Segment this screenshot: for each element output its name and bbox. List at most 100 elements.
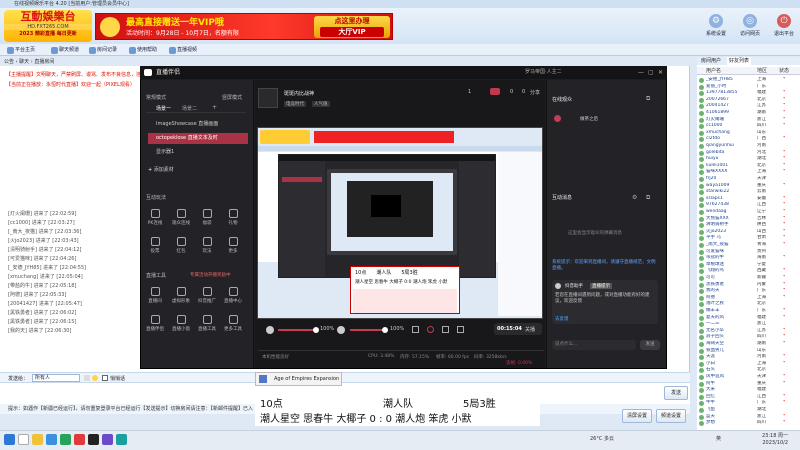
user-row[interactable]: 牛牛 广东 * (697, 400, 800, 407)
game-icon[interactable] (102, 434, 113, 445)
message-popout-icon[interactable]: ⧉ (646, 194, 650, 202)
user-row[interactable]: 飞鱼 湖北 (697, 407, 800, 414)
message-settings-icon[interactable]: ⚙ (632, 194, 637, 201)
user-row[interactable]: 蓝天 浙江 * (697, 414, 800, 421)
user-row[interactable]: 海阔天空 湖南 * (697, 341, 800, 348)
whisper-checkbox[interactable] (102, 375, 108, 381)
toolbar-room-log[interactable]: 房间记录 (88, 46, 117, 55)
tool-button[interactable]: 直播中心 (224, 286, 242, 304)
weather[interactable]: 26°C 多云 (590, 435, 614, 442)
close-icon[interactable]: ✕ (658, 66, 663, 79)
exit-platform-button[interactable]: ⏻ 退出平台 (771, 14, 797, 40)
user-row[interactable]: huiyu 湖北 * (697, 156, 800, 163)
user-row[interactable]: 可爱猫咪 贵州 (697, 249, 800, 256)
interact-button[interactable]: 礼物 (224, 208, 242, 226)
user-row[interactable]: 灯火阑珊 浙江 * (697, 117, 800, 124)
interact-button[interactable]: 观众连线 (172, 208, 190, 226)
user-row[interactable]: 20041427 江苏 * (697, 103, 800, 110)
emoji-icon[interactable] (92, 375, 98, 381)
tab-room-users[interactable]: 房间用户 (701, 57, 721, 65)
feedback-link[interactable]: 去反馈 (555, 316, 569, 322)
user-row[interactable]: 草根球迷 宁夏 (697, 262, 800, 269)
user-row[interactable]: 天涯 河南 * (697, 354, 800, 361)
user-row[interactable]: cc1000 四川 * (697, 123, 800, 130)
user-row[interactable]: wendaag 辽宁 * (697, 209, 800, 216)
music-icon[interactable] (116, 434, 127, 445)
user-row[interactable]: 20072667 北京 * (697, 97, 800, 104)
message-send-button[interactable]: 发送 (640, 340, 660, 350)
search-icon[interactable] (18, 434, 29, 445)
user-row[interactable]: waya1009 重庆 * (697, 183, 800, 190)
volume-knob-2[interactable] (382, 327, 388, 333)
interact-button[interactable]: 投票 (146, 236, 164, 254)
tool-button[interactable]: 直播伴侣 (146, 314, 164, 332)
user-row[interactable]: 夏天的风 福建 * (697, 315, 800, 322)
user-row[interactable]: 爱丽_小时 广东 (697, 84, 800, 91)
user-row[interactable]: 带盐的牛 海南 * (697, 255, 800, 262)
mode-tab[interactable]: 常规模式 (146, 94, 166, 101)
toolbar-help[interactable]: 使用帮助 (128, 46, 157, 55)
user-row[interactable]: 浪子回头 四川 * (697, 334, 800, 341)
user-row[interactable]: 猫咪XXXX 上海 * (697, 169, 800, 176)
add-source-button[interactable]: + 添加素材 (148, 166, 248, 175)
settings-icon[interactable] (457, 326, 464, 333)
user-row[interactable]: liulei1001 北京 * (697, 163, 800, 170)
folder-icon[interactable] (32, 434, 43, 445)
interact-button[interactable]: 福袋 (198, 208, 216, 226)
tab-friends[interactable]: 好友列表 (727, 57, 752, 65)
popularity-tag[interactable]: 人气值 (312, 101, 330, 107)
volume-knob-1[interactable] (313, 327, 319, 333)
user-row[interactable]: sslaps1 安徽 * (697, 196, 800, 203)
tool-button[interactable]: 虚拟形象 (172, 286, 190, 304)
user-row[interactable]: 平手 乌 甘肃 * (697, 235, 800, 242)
tool-button[interactable]: 直播间 (146, 286, 164, 304)
send-target-select[interactable]: 所有人 (32, 374, 80, 382)
user-row[interactable]: xmuchang 山东 (697, 130, 800, 137)
clear-screen-button[interactable]: 清屏设置 (622, 409, 652, 423)
user-row[interactable]: 大米 福建 (697, 387, 800, 394)
chat-app-icon[interactable] (60, 434, 71, 445)
user-row[interactable]: _安德_JYH85 上海 * (697, 77, 800, 84)
clock-time[interactable]: 23:18 周一 (744, 432, 788, 439)
share-button[interactable]: 分享 (530, 89, 540, 96)
user-row[interactable]: _南大_夜猫 青海 * (697, 242, 800, 249)
input-lang[interactable]: 英 (716, 435, 721, 442)
toolbar-video[interactable]: 直播视频 (168, 46, 197, 55)
user-row[interactable]: 飞翔的鸟 西藏 * (697, 268, 800, 275)
vip-promo-banner[interactable]: 最高直接赠送一年VIP哦 活动时间：9月28日 - 10月7日，名额有限 点这里… (95, 13, 393, 40)
user-row[interactable]: qiangyunhui 河南 (697, 143, 800, 150)
stream-preview[interactable]: 10点 潮人队 5局3胜 潮人星空 思春牛 大椰子 0:0 潮人炮 笨虎 小默 (257, 127, 543, 319)
user-row[interactable]: 落叶之秋 北京 (697, 301, 800, 308)
user-row[interactable]: golebita 河北 * (697, 150, 800, 157)
user-row[interactable]: 阿德 上海 * (697, 295, 800, 302)
user-row[interactable]: 风中追风 天津 * (697, 374, 800, 381)
browser-icon[interactable] (46, 434, 57, 445)
user-row[interactable]: cl2tdo 广西 * (697, 136, 800, 143)
popout-icon[interactable]: ⧉ (646, 95, 650, 103)
message-input-box[interactable]: 说点什么... (552, 340, 636, 350)
user-row[interactable]: 黑铁勇者 内蒙 * (697, 282, 800, 289)
user-row[interactable]: 可可 新疆 * (697, 275, 800, 282)
send-button[interactable]: 发送 (664, 386, 688, 400)
overlay-caption[interactable]: Age of Empires Expansion (255, 372, 342, 386)
user-row[interactable]: 阿牛 重庆 * (697, 381, 800, 388)
channel-settings-button[interactable]: 频道设置 (656, 409, 686, 423)
system-settings-button[interactable]: ⚙ 系统设置 (703, 14, 729, 40)
scene-tab-1[interactable]: 场景一 (156, 105, 171, 112)
user-row[interactable]: 小白 上海 * (697, 361, 800, 368)
tool-button[interactable]: 直播工具 (198, 314, 216, 332)
scene-tab-2[interactable]: 场景二 (182, 105, 197, 112)
source-item[interactable]: ImageShowcase 直播画面 (148, 119, 248, 130)
user-row[interactable]: 13977813855 福建 * (697, 90, 800, 97)
end-live-button[interactable]: 关播 (525, 326, 535, 333)
user-row[interactable]: frj20 天津 (697, 176, 800, 183)
record-icon[interactable] (427, 326, 434, 333)
user-row[interactable]: 铁血男儿 山东 (697, 348, 800, 355)
minimize-icon[interactable]: — (638, 66, 644, 79)
tool-button[interactable]: 直播小窗 (172, 314, 190, 332)
user-row[interactable]: 无名小卒 江苏 * (697, 328, 800, 335)
maximize-icon[interactable]: ▢ (648, 66, 654, 79)
tool-button[interactable]: 更多工具 (224, 314, 242, 332)
bold-icon[interactable] (84, 375, 90, 381)
user-row[interactable]: 梦想 四川 * (697, 420, 800, 427)
